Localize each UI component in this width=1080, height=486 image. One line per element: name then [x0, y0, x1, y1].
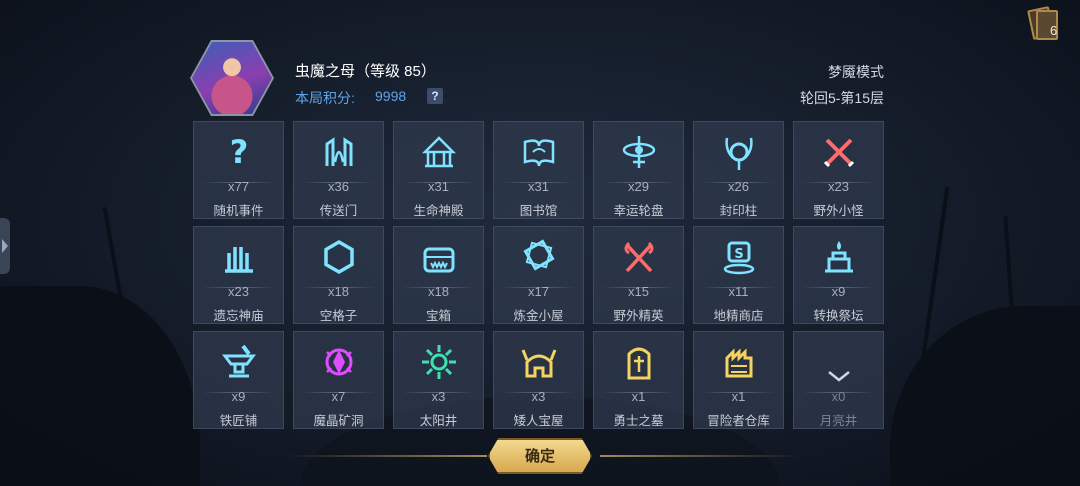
- map-stat-cell[interactable]: x18 宝箱: [393, 226, 484, 324]
- cell-count: x26: [728, 179, 749, 194]
- svg-text:S: S: [734, 247, 743, 262]
- question-icon: ?: [219, 132, 259, 172]
- cell-label: 空格子: [319, 309, 358, 323]
- cell-count: x77: [228, 179, 249, 194]
- cell-label: 遗忘神庙: [213, 309, 264, 323]
- confirm-button[interactable]: 确定: [488, 438, 592, 474]
- crossed-swords-icon: [819, 132, 859, 172]
- seal-icon: [719, 132, 759, 172]
- cell-count: x1: [631, 389, 646, 404]
- cell-label: 随机事件: [213, 204, 264, 218]
- cell-count: x18: [428, 284, 449, 299]
- cell-count: x9: [231, 389, 246, 404]
- cell-count: x3: [531, 389, 546, 404]
- cell-label: 转换祭坛: [813, 309, 864, 323]
- cell-label: 地精商店: [713, 309, 764, 323]
- map-stat-cell[interactable]: x9 转换祭坛: [793, 226, 884, 324]
- map-stat-cell[interactable]: x26 封印柱: [693, 121, 784, 219]
- cell-label: 魔晶矿洞: [313, 414, 364, 428]
- moon-icon: [819, 342, 859, 382]
- cell-label: 生命神殿: [413, 204, 464, 218]
- map-stat-cell[interactable]: x31 图书馆: [493, 121, 584, 219]
- map-stat-cell[interactable]: ? x77 随机事件: [193, 121, 284, 219]
- cell-count: x15: [628, 284, 649, 299]
- map-stat-cell[interactable]: x3 太阳井: [393, 331, 484, 429]
- sun-icon: [419, 342, 459, 382]
- map-stat-cell[interactable]: x36 传送门: [293, 121, 384, 219]
- cell-count: x17: [528, 284, 549, 299]
- helmet-icon: [519, 342, 559, 382]
- portal-icon: [319, 132, 359, 172]
- map-stat-cell[interactable]: x1 勇士之墓: [593, 331, 684, 429]
- hexagon-icon: [319, 237, 359, 277]
- map-stat-cell[interactable]: x23 遗忘神庙: [193, 226, 284, 324]
- cell-count: x7: [331, 389, 346, 404]
- cell-count: x18: [328, 284, 349, 299]
- cell-label: 铁匠铺: [219, 414, 258, 428]
- cell-label: 传送门: [319, 204, 358, 218]
- cell-label: 矮人宝屋: [513, 414, 564, 428]
- background-silhouette-left: [0, 286, 200, 486]
- chest-icon: [419, 237, 459, 277]
- help-button[interactable]: ?: [427, 88, 443, 104]
- hero-name: 虫魔之母（等级 85）: [295, 63, 436, 80]
- map-stat-cell[interactable]: Sx11 地精商店: [693, 226, 784, 324]
- map-stat-cell[interactable]: x15 野外精英: [593, 226, 684, 324]
- map-stat-cell[interactable]: x0 月亮井: [793, 331, 884, 429]
- cell-label: 宝箱: [425, 309, 451, 323]
- deck-count: 6: [1050, 23, 1058, 38]
- cell-count: x11: [728, 284, 749, 299]
- cell-label: 图书馆: [519, 204, 558, 218]
- temple-icon: [419, 132, 459, 172]
- cell-count: x23: [228, 284, 249, 299]
- crossed-axes-icon: [619, 237, 659, 277]
- divider-right: [600, 455, 800, 457]
- cell-label: 炼金小屋: [513, 309, 564, 323]
- map-stat-cell[interactable]: x31 生命神殿: [393, 121, 484, 219]
- mode-name: 梦魇模式: [828, 64, 884, 80]
- map-stat-cell[interactable]: x1 冒险者仓库: [693, 331, 784, 429]
- cell-count: x1: [731, 389, 746, 404]
- cell-count: x36: [328, 179, 349, 194]
- cell-label: 冒险者仓库: [707, 414, 770, 428]
- map-stat-cell[interactable]: x23 野外小怪: [793, 121, 884, 219]
- svg-text:?: ?: [229, 133, 248, 171]
- altar-icon: [819, 237, 859, 277]
- cell-count: x9: [831, 284, 846, 299]
- cell-label: 野外精英: [613, 309, 664, 323]
- cell-label: 月亮井: [819, 414, 858, 428]
- cell-label: 野外小怪: [813, 204, 864, 218]
- alchemy-icon: [519, 237, 559, 277]
- cell-count: x0: [831, 389, 846, 404]
- map-stat-cell[interactable]: x29 幸运轮盘: [593, 121, 684, 219]
- anvil-icon: [219, 342, 259, 382]
- cell-label: 封印柱: [719, 204, 758, 218]
- map-stat-cell[interactable]: x18 空格子: [293, 226, 384, 324]
- cell-label: 太阳井: [419, 414, 458, 428]
- cell-count: x31: [528, 179, 549, 194]
- cell-count: x23: [828, 179, 849, 194]
- warehouse-icon: [719, 342, 759, 382]
- score-value: 9998: [375, 88, 407, 104]
- cell-count: x3: [431, 389, 446, 404]
- cell-count: x31: [428, 179, 449, 194]
- pillars-icon: [219, 237, 259, 277]
- score-label: 本局积分:: [295, 90, 355, 106]
- book-icon: [519, 132, 559, 172]
- map-stat-cell[interactable]: x17 炼金小屋: [493, 226, 584, 324]
- cell-count: x29: [628, 179, 649, 194]
- wheel-icon: [619, 132, 659, 172]
- tomb-icon: [619, 342, 659, 382]
- divider-left: [287, 455, 487, 457]
- crystal-mine-icon: [319, 342, 359, 382]
- cell-label: 幸运轮盘: [613, 204, 664, 218]
- map-stat-cell[interactable]: x9 铁匠铺: [193, 331, 284, 429]
- map-stat-cell[interactable]: x3 矮人宝屋: [493, 331, 584, 429]
- map-stat-cell[interactable]: x7 魔晶矿洞: [293, 331, 384, 429]
- shop-icon: S: [719, 237, 759, 277]
- side-expand-tab[interactable]: [0, 218, 10, 274]
- cell-label: 勇士之墓: [613, 414, 664, 428]
- round-info: 轮回5-第15层: [799, 90, 884, 106]
